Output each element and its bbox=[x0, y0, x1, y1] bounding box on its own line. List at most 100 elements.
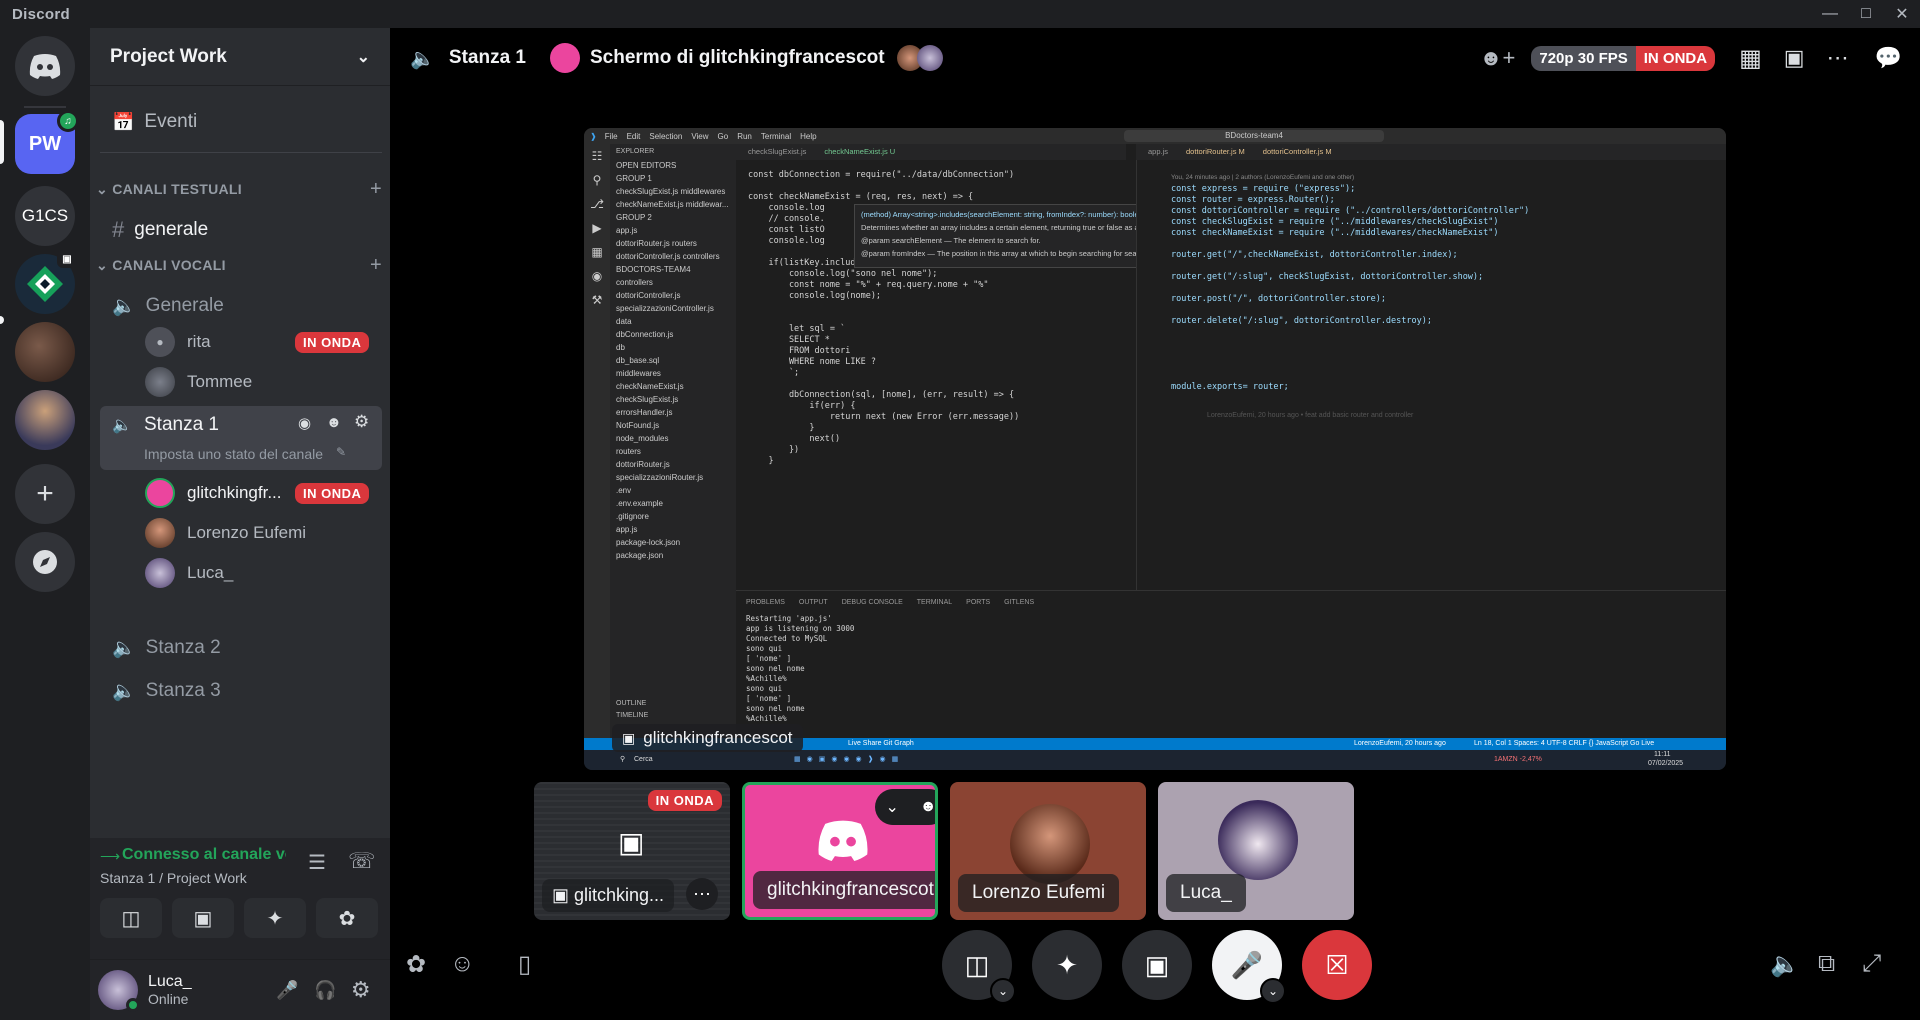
minimize-icon[interactable]: — bbox=[1812, 0, 1848, 28]
server-header[interactable]: Project Work ⌄ bbox=[90, 28, 390, 86]
settings-icon[interactable]: ⚙ bbox=[351, 977, 371, 1003]
volume-icon[interactable]: 🔈 bbox=[1770, 950, 1800, 979]
activities-icon: ✦ bbox=[266, 907, 284, 930]
voice-user-luca[interactable]: Luca_ bbox=[145, 558, 233, 588]
vscode-menu-item: Selection bbox=[649, 131, 683, 141]
user-info[interactable]: Luca_ Online bbox=[148, 973, 258, 1007]
vscode-search: BDoctors-team4 bbox=[1124, 130, 1384, 142]
popout-icon[interactable]: ⧉ bbox=[1818, 950, 1835, 978]
server-g1cs[interactable]: G1CS bbox=[15, 186, 75, 246]
activities-icon: ✦ bbox=[1056, 949, 1078, 980]
voice-channel-stanza2[interactable]: 🔈 Stanza 2 bbox=[100, 628, 382, 668]
server-photo-1[interactable] bbox=[15, 322, 75, 382]
activities-button[interactable]: ✦ bbox=[244, 898, 306, 938]
chevron-down-icon[interactable]: ⌄ bbox=[990, 978, 1016, 1004]
direct-messages-icon[interactable] bbox=[15, 36, 75, 96]
tile-lorenzo[interactable]: Lorenzo Eufemi bbox=[950, 782, 1146, 920]
activities-button[interactable]: ✦ bbox=[1032, 930, 1102, 1000]
settings-icon[interactable]: ⚙ bbox=[354, 412, 369, 432]
chat-icon[interactable]: 💬 bbox=[1875, 45, 1902, 71]
user-avatar[interactable] bbox=[98, 970, 140, 1012]
file-tree-item: checkNameExist.js middlewar... U bbox=[616, 200, 730, 209]
soundboard-waves-icon[interactable]: ☰ bbox=[308, 850, 326, 875]
unread-pill bbox=[0, 316, 4, 324]
status-right: Ln 18, Col 1 Spaces: 4 UTF-8 CRLF {} Jav… bbox=[1474, 740, 1655, 747]
viewer-avatar bbox=[916, 45, 943, 71]
channel-generale[interactable]: # generale bbox=[100, 210, 382, 250]
voice-user-rita[interactable]: ● rita IN ONDA bbox=[145, 327, 370, 357]
voice-channel-stanza1[interactable]: 🔈 Stanza 1 Imposta uno stato del canale … bbox=[100, 406, 382, 470]
server-pw[interactable]: PW ♫ bbox=[15, 110, 79, 174]
soundboard-button[interactable]: ✿ bbox=[316, 898, 378, 938]
voice-user-lorenzo[interactable]: Lorenzo Eufemi bbox=[145, 518, 306, 548]
tile-glitchking[interactable]: glitchkingfrancescot ⌄ ☻ bbox=[742, 782, 938, 920]
grid-layout-icon[interactable]: ▦ bbox=[1739, 44, 1762, 73]
microphone-icon[interactable]: 🎤 bbox=[276, 980, 298, 1001]
events-item[interactable]: 📅 Eventi bbox=[100, 102, 382, 142]
server-photo-2[interactable] bbox=[15, 390, 75, 450]
vscode-menu-item: Terminal bbox=[760, 131, 792, 141]
screen-share-button[interactable]: ▣ bbox=[1122, 930, 1192, 1000]
emoji-icon[interactable]: ☺ bbox=[450, 950, 475, 978]
screen-share-button[interactable]: ▣ bbox=[172, 898, 234, 938]
invite-icon[interactable]: ☻ bbox=[326, 414, 342, 431]
mobile-icon[interactable]: ▯ bbox=[518, 950, 531, 979]
streamer-nametag-label: glitchkingfrancescot bbox=[643, 728, 793, 747]
edit-icon[interactable]: ✎ bbox=[336, 445, 346, 459]
file-tree-item: .env bbox=[616, 486, 632, 495]
maximize-icon[interactable]: □ bbox=[1848, 0, 1884, 28]
avatar bbox=[145, 558, 175, 588]
more-options-icon[interactable]: ⋯ bbox=[1827, 45, 1849, 71]
vscode-menu-item: Edit bbox=[626, 131, 641, 141]
tile-luca[interactable]: Luca_ bbox=[1158, 782, 1354, 920]
vscode-menu: File Edit Selection View Go Run Terminal Help bbox=[605, 132, 826, 141]
events-label: Eventi bbox=[144, 111, 198, 132]
disconnect-icon[interactable]: ☏ bbox=[348, 848, 376, 874]
leave-call-button[interactable]: ☒ bbox=[1302, 930, 1372, 1000]
tile-stream-preview[interactable]: IN ONDA ▣ ▣ glitchking... ⋯ bbox=[534, 782, 730, 920]
category-text-label: CANALI TESTUALI bbox=[112, 181, 242, 197]
add-server-icon[interactable]: + bbox=[15, 464, 75, 524]
add-friend-icon[interactable]: ☻+ bbox=[1479, 45, 1515, 71]
channel-status[interactable]: Imposta uno stato del canale bbox=[144, 446, 323, 462]
voice-channel-generale[interactable]: 🔈 Generale bbox=[100, 286, 382, 326]
server-green-diamond[interactable]: ▣ bbox=[15, 250, 77, 314]
soundboard-icon[interactable]: ✿ bbox=[406, 950, 426, 979]
speaker-icon: 🔈 bbox=[410, 47, 435, 70]
voice-user-glitchking[interactable]: glitchkingfr... IN ONDA bbox=[145, 478, 370, 508]
headphones-icon[interactable]: 🎧 bbox=[314, 980, 336, 1001]
category-voice[interactable]: ⌄ CANALI VOCALI + bbox=[96, 254, 382, 277]
connection-location[interactable]: Stanza 1 / Project Work bbox=[100, 870, 247, 886]
close-icon[interactable]: ✕ bbox=[1884, 0, 1920, 28]
vscode-titlebar: ❱ File Edit Selection View Go Run Terminal Help… bbox=[584, 128, 1726, 144]
people-icon[interactable]: ☻ bbox=[920, 798, 935, 816]
voice-channel-stanza3[interactable]: 🔈 Stanza 3 bbox=[100, 671, 382, 711]
speaker-icon: 🔈 bbox=[112, 296, 136, 317]
file-tree-item: BDOCTORS-TEAM4 bbox=[616, 265, 691, 274]
speaker-icon: 🔈 bbox=[112, 417, 132, 434]
camera-off-button[interactable]: ◫ bbox=[100, 898, 162, 938]
voice-user-tommee[interactable]: Tommee bbox=[145, 367, 252, 397]
chevron-down-icon[interactable]: ⌄ bbox=[885, 797, 898, 817]
editor-tabs-left: checkSlugExist.js checkNameExist.js U bbox=[736, 144, 1126, 160]
file-tree-item: controllers bbox=[616, 278, 653, 287]
chevron-down-icon[interactable]: ⌄ bbox=[1260, 978, 1286, 1004]
fullscreen-icon[interactable]: ⤢ bbox=[1862, 950, 1881, 978]
microphone-button[interactable]: 🎤 ⌄ bbox=[1212, 930, 1286, 1004]
voice-channel-label: Stanza 3 bbox=[145, 680, 221, 701]
tile-popout-controls[interactable]: ⌄ ☻ bbox=[875, 789, 935, 825]
file-tree-item: checkSlugExist.js middlewares bbox=[616, 187, 726, 196]
status-left: Live Share Git Graph bbox=[848, 740, 914, 747]
editor-tab: app.js bbox=[1148, 147, 1169, 156]
more-options-icon[interactable]: ⋯ bbox=[686, 878, 718, 910]
discover-icon[interactable] bbox=[15, 532, 75, 592]
connection-status[interactable]: Connesso al canale vo bbox=[122, 846, 286, 864]
screen-share-badge-icon: ▣ bbox=[57, 250, 77, 268]
stream-status-icon[interactable]: ▣ bbox=[1784, 45, 1805, 71]
chat-icon[interactable]: ◉ bbox=[298, 414, 311, 432]
category-text[interactable]: ⌄ CANALI TESTUALI + bbox=[96, 178, 382, 201]
add-channel-icon[interactable]: + bbox=[370, 178, 382, 201]
shared-screen[interactable]: ❱ File Edit Selection View Go Run Terminal Help… bbox=[584, 128, 1726, 770]
camera-button[interactable]: ◫ ⌄ bbox=[942, 930, 1016, 1004]
add-channel-icon[interactable]: + bbox=[370, 254, 382, 277]
